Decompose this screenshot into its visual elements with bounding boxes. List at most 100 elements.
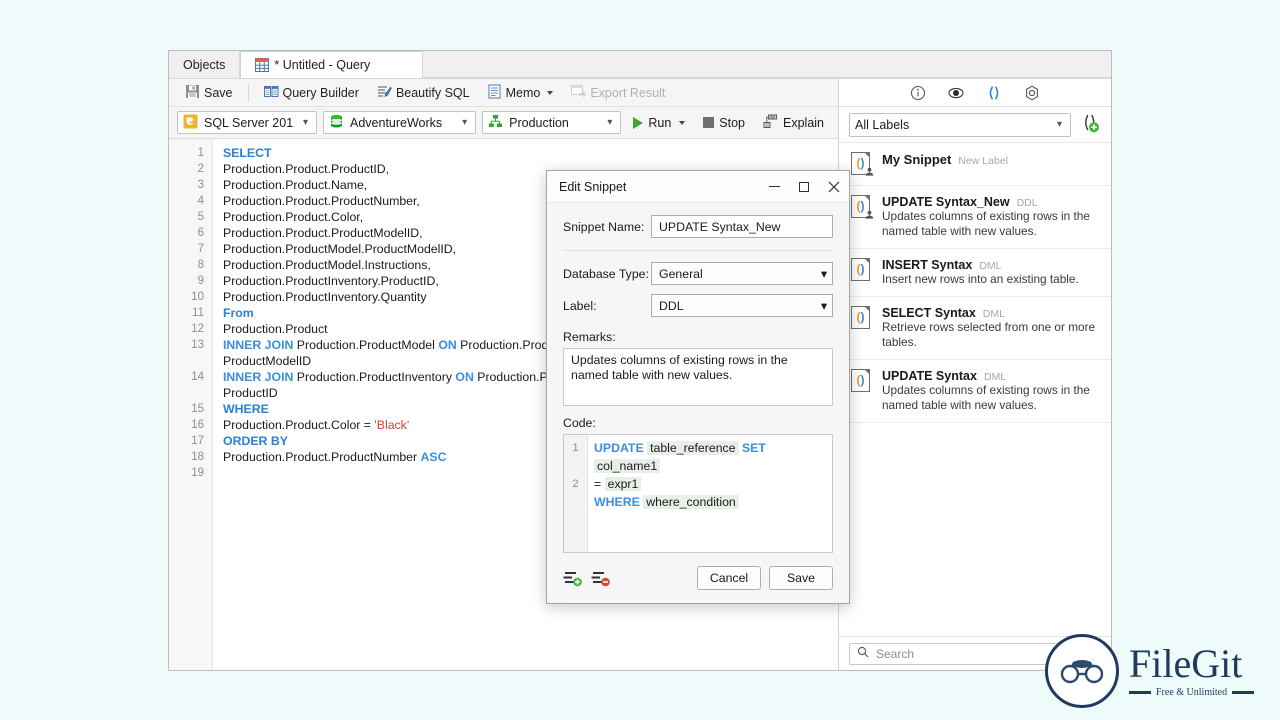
snippet-title-row: UPDATE Syntax DML xyxy=(882,369,1099,383)
snippet-list[interactable]: () My Snippet New Label () UPDATE Syntax… xyxy=(839,143,1111,636)
database-type-value: General xyxy=(659,266,703,281)
query-builder-button[interactable]: Query Builder xyxy=(256,82,367,104)
filegit-tagline-row: Free & Unlimited xyxy=(1129,687,1255,698)
explain-icon xyxy=(763,114,778,132)
code-content[interactable]: UPDATE table_reference SET col_name1 = ex… xyxy=(588,435,832,552)
remarks-label: Remarks: xyxy=(563,330,616,344)
line-number: 13 xyxy=(191,339,204,351)
snippet-text: My Snippet New Label xyxy=(882,152,1099,176)
label-filter-selector[interactable]: All Labels ▾ xyxy=(849,112,1071,137)
line-number: 7 xyxy=(197,243,204,255)
snippet-document-icon: () xyxy=(851,258,873,282)
database-type-selector[interactable]: SQL Server 2016 ▾ xyxy=(177,111,317,134)
line-number xyxy=(169,353,212,369)
filegit-name: FileGit xyxy=(1129,641,1243,686)
snippet-document-icon: () xyxy=(851,306,873,330)
snippet-title-row: SELECT Syntax DML xyxy=(882,306,1099,320)
export-result-icon xyxy=(571,84,587,102)
line-number: 5 xyxy=(197,211,204,223)
sql-server-icon xyxy=(183,114,198,132)
line-number-gutter: 1 2 3 4 5 6 7 8 9 10 11 12 13 14 15 16 17 18 19 xyxy=(169,139,213,670)
code-line: SELECT xyxy=(223,146,272,160)
cancel-button[interactable]: Cancel xyxy=(697,566,761,590)
line-number: 14 xyxy=(191,371,204,383)
filegit-watermark: FileGit Free & Unlimited xyxy=(1045,634,1255,708)
snippet-list-item[interactable]: () SELECT Syntax DML Retrieve rows selec… xyxy=(839,297,1111,360)
code-editor[interactable]: 1 2 UPDATE table_reference SET col_name1… xyxy=(563,434,833,553)
chevron-down-icon[interactable]: ▾ xyxy=(821,267,827,281)
chevron-down-icon[interactable] xyxy=(679,120,686,125)
eye-icon[interactable] xyxy=(948,85,964,101)
label-select[interactable]: DDL ▾ xyxy=(651,294,833,317)
run-label: Run xyxy=(648,115,672,130)
snippet-name-label: Snippet Name: xyxy=(563,219,645,234)
tab-objects[interactable]: Objects xyxy=(169,51,241,78)
chevron-down-icon[interactable]: ▾ xyxy=(299,117,312,128)
save-button[interactable]: Save xyxy=(769,566,833,590)
connection-selector[interactable]: AdventureWorks ▾ xyxy=(323,111,477,134)
snippet-title: UPDATE Syntax xyxy=(882,369,977,383)
snippet-list-item[interactable]: () My Snippet New Label xyxy=(839,143,1111,186)
tab-untitled-query[interactable]: * Untitled - Query xyxy=(240,51,424,78)
main-toolbar: Save Query Builder Beautify SQL Memo Exp… xyxy=(169,79,838,107)
filegit-tagline: Free & Unlimited xyxy=(1156,687,1228,698)
connection-toolbar: SQL Server 2016 ▾ AdventureWorks ▾ Produ… xyxy=(169,107,838,139)
line-number: 3 xyxy=(197,179,204,191)
snippet-list-item[interactable]: () UPDATE Syntax DML Updates columns of … xyxy=(839,360,1111,423)
user-badge-icon xyxy=(865,210,874,219)
line-number: 1 xyxy=(197,147,204,159)
schema-selector[interactable]: Production ▾ xyxy=(482,111,622,134)
chevron-down-icon[interactable]: ▾ xyxy=(1053,119,1066,130)
close-button[interactable] xyxy=(819,171,849,202)
database-type-select[interactable]: General ▾ xyxy=(651,262,833,285)
line-number: 10 xyxy=(191,291,204,303)
label-filter-row: All Labels ▾ xyxy=(839,107,1111,143)
explain-button[interactable]: Explain xyxy=(757,112,830,134)
snippet-text: SELECT Syntax DML Retrieve rows selected… xyxy=(882,306,1099,350)
chevron-down-icon[interactable]: ▾ xyxy=(603,117,616,128)
line-number xyxy=(169,385,212,401)
snippet-description: Updates columns of existing rows in the … xyxy=(882,209,1090,238)
settings-icon[interactable] xyxy=(1024,85,1040,101)
info-icon[interactable] xyxy=(910,85,926,101)
remove-parameter-icon[interactable] xyxy=(591,570,611,587)
snippet-name-input[interactable]: UPDATE Syntax_New xyxy=(651,215,833,238)
snippet-document-icon: () xyxy=(851,195,874,219)
beautify-sql-label: Beautify SQL xyxy=(395,85,470,100)
beautify-sql-button[interactable]: Beautify SQL xyxy=(369,82,478,104)
tab-strip-filler xyxy=(423,51,1111,78)
minimize-button[interactable] xyxy=(759,171,789,202)
memo-icon xyxy=(488,84,502,102)
tab-objects-label: Objects xyxy=(183,57,226,72)
tab-untitled-query-label: * Untitled - Query xyxy=(274,58,371,72)
edit-snippet-dialog: Edit Snippet Snippet Name: UPDATE Syntax… xyxy=(546,170,850,604)
line-number: 15 xyxy=(191,403,204,415)
export-result-button[interactable]: Export Result xyxy=(563,82,673,104)
label-label: Label: xyxy=(563,298,597,313)
snippet-badge: DML xyxy=(983,371,1007,383)
chevron-down-icon[interactable]: ▾ xyxy=(821,299,827,313)
chevron-down-icon[interactable]: ▾ xyxy=(458,117,471,128)
line-number: 17 xyxy=(191,435,204,447)
snippet-list-item[interactable]: () INSERT Syntax DML Insert new rows int… xyxy=(839,249,1111,297)
save-label: Save xyxy=(204,85,233,100)
add-snippet-icon[interactable] xyxy=(1079,112,1101,137)
snippet-icon[interactable] xyxy=(986,85,1002,101)
chevron-down-icon[interactable] xyxy=(547,90,554,95)
stop-button[interactable]: Stop xyxy=(697,112,751,134)
code-line: = expr1 xyxy=(594,475,826,493)
snippet-badge: DML xyxy=(979,260,1002,272)
add-parameter-icon[interactable] xyxy=(563,570,583,587)
database-type-value: SQL Server 2016 xyxy=(204,115,293,130)
maximize-button[interactable] xyxy=(789,171,819,202)
tagline-rule-right xyxy=(1232,691,1255,694)
run-button[interactable]: Run xyxy=(627,112,691,134)
remarks-input[interactable]: Updates columns of existing rows in the … xyxy=(563,348,833,406)
snippet-badge: DML xyxy=(982,308,1005,320)
stop-icon xyxy=(703,117,715,128)
save-button[interactable]: Save xyxy=(177,82,241,104)
memo-button[interactable]: Memo xyxy=(480,82,562,104)
snippet-list-item[interactable]: () UPDATE Syntax_New DDL Updates columns… xyxy=(839,186,1111,249)
line-number: 4 xyxy=(197,195,204,207)
stop-label: Stop xyxy=(719,115,745,130)
